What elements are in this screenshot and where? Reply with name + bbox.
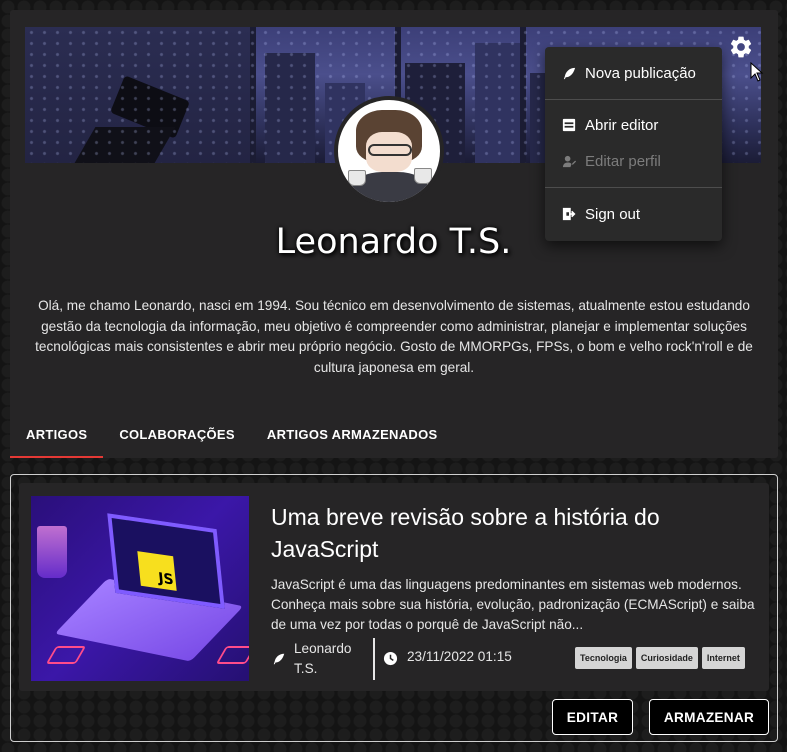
- thumbnail-cup: [37, 526, 67, 578]
- menu-item-label: Sign out: [585, 205, 641, 223]
- avatar: [334, 96, 444, 206]
- menu-divider: [545, 99, 722, 100]
- thumbnail-tile: [45, 646, 87, 664]
- mouse-cursor-icon: [750, 61, 764, 82]
- user-edit-icon: [561, 153, 577, 169]
- article-card: JS Uma breve revisão sobre a história do…: [10, 474, 778, 742]
- js-logo-icon: JS: [137, 551, 177, 591]
- tab-colaboracoes[interactable]: COLABORAÇÕES: [103, 410, 251, 458]
- sign-out-icon: [561, 206, 577, 222]
- profile-tabs: ARTIGOS COLABORAÇÕES ARTIGOS ARMAZENADOS: [10, 410, 454, 458]
- settings-gear-icon[interactable]: [728, 34, 754, 60]
- feather-icon: [272, 651, 286, 665]
- profile-bio: Olá, me chamo Leonardo, nasci em 1994. S…: [35, 298, 753, 375]
- thumbnail-tile: [215, 646, 249, 664]
- menu-item-label: Nova publicação: [585, 64, 696, 82]
- menu-item-nova-publicacao[interactable]: Nova publicação: [545, 53, 722, 93]
- article-title[interactable]: Uma breve revisão sobre a história do Ja…: [271, 501, 751, 565]
- meta-divider: [373, 638, 375, 680]
- article-thumbnail[interactable]: JS: [31, 496, 249, 681]
- menu-item-sign-out[interactable]: Sign out: [545, 194, 722, 234]
- avatar-cup: [348, 170, 366, 186]
- article-description: JavaScript é uma das linguagens predomin…: [271, 577, 755, 632]
- clock-icon: [383, 651, 398, 666]
- tab-artigos[interactable]: ARTIGOS: [10, 410, 104, 458]
- tab-artigos-armazenados[interactable]: ARTIGOS ARMAZENADOS: [251, 410, 454, 458]
- article-tags: Tecnologia Curiosidade Internet: [575, 647, 745, 669]
- menu-divider: [545, 187, 722, 188]
- article-content[interactable]: JS Uma breve revisão sobre a história do…: [19, 483, 769, 691]
- avatar-glasses: [368, 144, 412, 156]
- menu-item-abrir-editor[interactable]: Abrir editor: [545, 105, 722, 145]
- article-date: 23/11/2022 01:15: [407, 649, 512, 664]
- avatar-cup: [414, 168, 432, 184]
- tag-badge[interactable]: Curiosidade: [635, 647, 698, 669]
- archive-button[interactable]: ARMAZENAR: [649, 699, 769, 735]
- menu-item-label: Editar perfil: [585, 152, 661, 170]
- menu-item-label: Abrir editor: [585, 116, 659, 134]
- editor-icon: [561, 117, 577, 133]
- menu-item-editar-perfil[interactable]: Editar perfil: [545, 141, 722, 181]
- tag-badge[interactable]: Internet: [701, 647, 745, 669]
- tag-badge[interactable]: Tecnologia: [575, 647, 632, 669]
- settings-menu: Nova publicação Abrir editor Editar perf…: [545, 47, 722, 241]
- gear-icon: [730, 36, 752, 58]
- article-author: Leonardo T.S.: [294, 641, 352, 676]
- feather-icon: [561, 65, 577, 81]
- edit-button[interactable]: EDITAR: [552, 699, 633, 735]
